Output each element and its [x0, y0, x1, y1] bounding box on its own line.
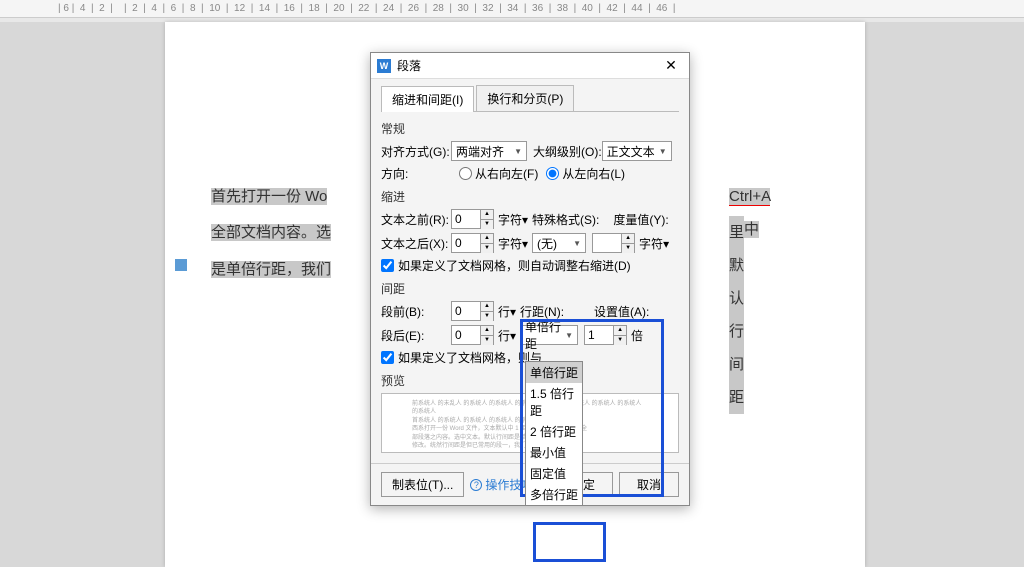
label-alignment: 对齐方式(G): [381, 143, 451, 160]
label-rtl: 从右向左(F) [475, 165, 538, 182]
tab-line-page[interactable]: 换行和分页(P) [476, 85, 574, 111]
label-line-spacing: 行距(N): [520, 303, 564, 320]
spinner-set-value[interactable]: ▲▼ [584, 325, 627, 345]
chevron-down-icon: ▼ [659, 147, 667, 156]
app-icon: W [377, 59, 391, 73]
unit-char: 字符▾ [498, 211, 528, 228]
label-indent-before: 文本之前(R): [381, 211, 451, 228]
combo-alignment[interactable]: 两端对齐▼ [451, 141, 527, 161]
spin-up-icon[interactable]: ▲ [481, 326, 493, 336]
tabs: 缩进和间距(I) 换行和分页(P) [381, 85, 679, 112]
spin-down-icon[interactable]: ▼ [481, 244, 493, 253]
label-measure: 度量值(Y): [613, 211, 668, 228]
unit-char: 字符▾ [639, 235, 669, 252]
combo-outline[interactable]: 正文文本▼ [602, 141, 672, 161]
dialog-titlebar[interactable]: W 段落 ✕ [371, 53, 689, 79]
input-indent-after[interactable] [452, 234, 480, 252]
dropdown-option[interactable]: 1.5 倍行距 [526, 383, 582, 421]
section-general: 常规 [381, 120, 679, 137]
spin-down-icon[interactable]: ▼ [622, 244, 634, 253]
doc-line-1: 首先打开一份 Wo Ctrl+A 选中 [211, 180, 327, 213]
section-spacing: 间距 [381, 280, 679, 297]
spin-up-icon[interactable]: ▲ [481, 302, 493, 312]
label-space-before: 段前(B): [381, 303, 451, 320]
label-space-after: 段后(E): [381, 327, 451, 344]
checkbox-indent-grid[interactable] [381, 259, 394, 272]
line-spacing-dropdown[interactable]: 单倍行距 1.5 倍行距 2 倍行距 最小值 固定值 多倍行距 [525, 361, 583, 506]
doc-line-2: 全部文档内容。选 里默认行间距 [211, 216, 331, 249]
spinner-measure[interactable]: ▲▼ [592, 233, 635, 253]
unit-char: 字符▾ [498, 235, 528, 252]
doc-line-3: 是单倍行距，我们 [211, 253, 331, 286]
spinner-indent-before[interactable]: ▲▼ [451, 209, 494, 229]
close-button[interactable]: ✕ [659, 56, 683, 76]
spin-down-icon[interactable]: ▼ [481, 220, 493, 229]
dialog-title: 段落 [397, 57, 659, 74]
input-measure[interactable] [593, 234, 621, 252]
chevron-down-icon: ▼ [514, 147, 522, 156]
paragraph-mark-icon [175, 259, 187, 271]
input-indent-before[interactable] [452, 210, 480, 228]
help-icon: ? [470, 479, 482, 491]
radio-rtl[interactable] [459, 167, 472, 180]
input-space-after[interactable] [452, 326, 480, 344]
label-direction: 方向: [381, 165, 451, 182]
spin-up-icon[interactable]: ▲ [481, 234, 493, 244]
spinner-space-before[interactable]: ▲▼ [451, 301, 494, 321]
cancel-button[interactable]: 取消 [619, 472, 679, 497]
section-indent: 缩进 [381, 188, 679, 205]
unit-line: 行▾ [498, 303, 516, 320]
spin-down-icon[interactable]: ▼ [481, 312, 493, 321]
dropdown-option[interactable]: 多倍行距 [526, 484, 582, 505]
tab-stops-button[interactable]: 制表位(T)... [381, 472, 464, 497]
dropdown-option[interactable]: 最小值 [526, 442, 582, 463]
spin-down-icon[interactable]: ▼ [614, 336, 626, 345]
chevron-down-icon: ▼ [573, 239, 581, 248]
dropdown-option[interactable]: 单倍行距 [526, 362, 582, 383]
combo-line-spacing[interactable]: 单倍行距▼ [520, 325, 578, 345]
spin-up-icon[interactable]: ▲ [481, 210, 493, 220]
dropdown-option[interactable]: 2 倍行距 [526, 421, 582, 442]
spin-down-icon[interactable]: ▼ [481, 336, 493, 345]
ruler: | 6 | 4 | 2 | | 2 | 4 | 6 | 8 | 10 | 12 … [0, 0, 1024, 18]
spinner-space-after[interactable]: ▲▼ [451, 325, 494, 345]
input-space-before[interactable] [452, 302, 480, 320]
tab-indent-spacing[interactable]: 缩进和间距(I) [381, 86, 474, 112]
dropdown-option[interactable]: 固定值 [526, 463, 582, 484]
tips-link[interactable]: ? 操作技巧 [470, 476, 533, 493]
combo-special-format[interactable]: (无)▼ [532, 233, 586, 253]
label-special-format: 特殊格式(S): [532, 211, 599, 228]
label-outline: 大纲级别(O): [533, 143, 602, 160]
spin-up-icon[interactable]: ▲ [622, 234, 634, 244]
input-set-value[interactable] [585, 326, 613, 344]
label-spacing-grid: 如果定义了文档网格，则与 [398, 349, 542, 366]
label-set-value: 设置值(A): [594, 303, 649, 320]
label-ltr: 从左向右(L) [562, 165, 625, 182]
spinner-indent-after[interactable]: ▲▼ [451, 233, 494, 253]
spin-up-icon[interactable]: ▲ [614, 326, 626, 336]
chevron-down-icon: ▼ [565, 331, 573, 340]
label-indent-after: 文本之后(X): [381, 235, 451, 252]
unit-mult: 倍 [631, 327, 643, 344]
unit-line: 行▾ [498, 327, 516, 344]
label-indent-grid: 如果定义了文档网格，则自动调整右缩进(D) [398, 257, 631, 274]
radio-ltr[interactable] [546, 167, 559, 180]
checkbox-spacing-grid[interactable] [381, 351, 394, 364]
